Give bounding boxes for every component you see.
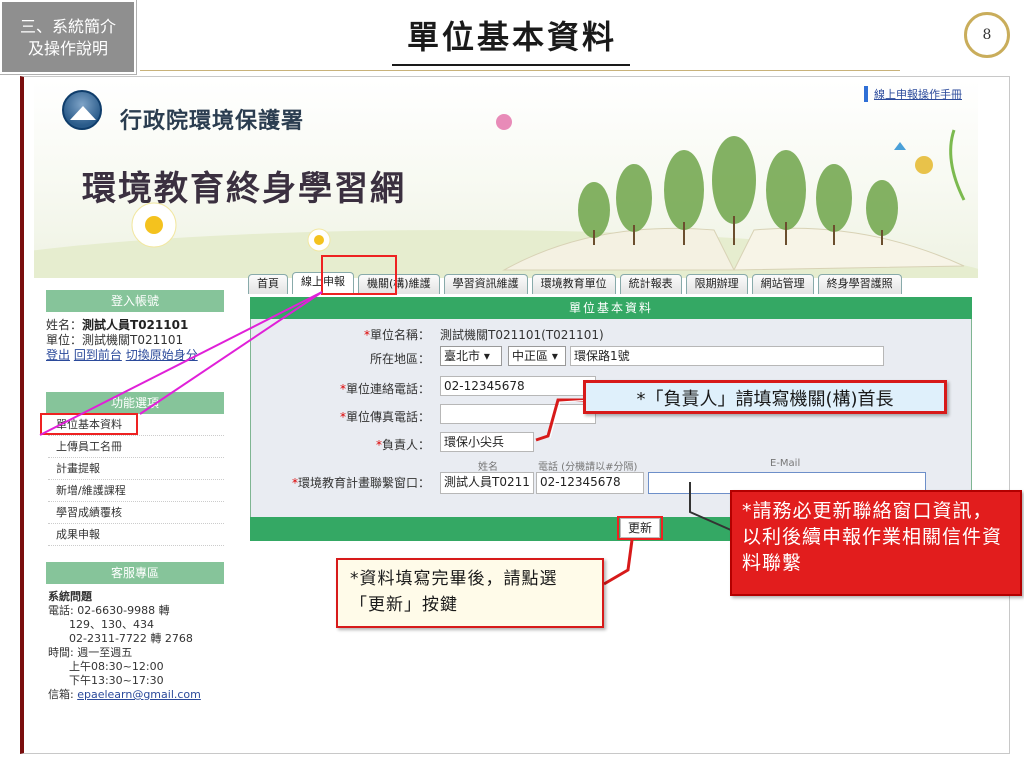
sidebar-menu-item[interactable]: 學習成績覆核: [48, 502, 224, 524]
title-divider: [140, 70, 900, 71]
login-name-label: 姓名：: [46, 318, 83, 332]
vine-shape: [949, 129, 966, 201]
page-number: 8: [964, 12, 1010, 58]
contact-phone-sublabel: 電話 (分機請以#分隔): [538, 462, 638, 473]
birdhouse-accent: [915, 156, 933, 174]
contact-window-label-text: 環境教育計畫聯繫窗口：: [297, 476, 430, 490]
update-hint-callout: *資料填寫完畢後，請點選「更新」按鍵: [336, 558, 604, 628]
contact-time-line2: 上午08:30~12:00: [48, 660, 164, 673]
contact-name-input[interactable]: 測試人員T0211: [440, 472, 534, 494]
update-highlight-box: [617, 516, 663, 540]
contact-name-sublabel: 姓名: [478, 462, 498, 473]
contact-time-line1: 時間: 週一至週五: [48, 646, 133, 659]
sidebar-menu-item[interactable]: 成果申報: [48, 524, 224, 546]
phone-label: *單位連絡電話：: [250, 380, 430, 397]
city-select-value: 臺北市: [444, 349, 481, 363]
service-section-header: 客服專區: [46, 562, 224, 584]
city-select[interactable]: 臺北市 ▾: [440, 346, 502, 366]
address-input[interactable]: 環保路1號: [570, 346, 884, 366]
contact-email-sublabel: E-Mail: [770, 458, 801, 469]
chevron-down-icon: ▾: [551, 349, 558, 363]
pink-flower: [496, 114, 512, 130]
contact-phone-line1: 電話: 02-6630-9988 轉: [48, 604, 170, 617]
logout-link[interactable]: 登出: [46, 348, 70, 362]
tab-6[interactable]: 限期辦理: [685, 274, 748, 294]
login-unit-row: 單位：測試機關T021101: [46, 333, 236, 348]
contact-window-label: *環境教育計畫聯繫窗口：: [250, 474, 430, 491]
phone-input[interactable]: 02-12345678: [440, 376, 596, 396]
tab-8[interactable]: 終身學習護照: [817, 274, 902, 294]
login-info: 姓名：測試人員T021101 單位：測試機關T021101 登出 回到前台 切換…: [46, 318, 236, 363]
contact-mail-label: 信箱:: [48, 688, 78, 701]
tab-5[interactable]: 統計報表: [619, 274, 682, 294]
district-select-value: 中正區: [512, 349, 549, 363]
dragonfly-shape: [894, 142, 906, 150]
fax-label-text: 單位傳真電話：: [345, 410, 430, 424]
sidebar-menu-item[interactable]: 上傳員工名冊: [48, 436, 224, 458]
login-name-row: 姓名：測試人員T021101: [46, 318, 236, 333]
head-label-text: 負責人：: [381, 438, 430, 452]
tab-highlight-box: [321, 255, 397, 295]
section-tag-line1: 三、系統簡介: [19, 17, 116, 36]
phone-label-text: 單位連絡電話：: [345, 382, 430, 396]
head-input[interactable]: 環保小尖兵: [440, 432, 534, 452]
contact-mail-row: 信箱: epaelearn@gmail.com: [48, 688, 228, 702]
contact-email-link[interactable]: epaelearn@gmail.com: [77, 688, 201, 701]
login-section-header: 登入帳號: [46, 290, 224, 312]
head-label: *負責人：: [250, 436, 430, 453]
section-tag: 三、系統簡介 及操作說明: [0, 0, 137, 75]
login-name-value: 測試人員T021101: [82, 318, 189, 332]
unit-name-value: 測試機關T021101(T021101): [440, 328, 604, 342]
contact-box: 系統問題 電話: 02-6630-9988 轉 129、130、434 02-2…: [48, 590, 228, 702]
function-section-header: 功能選項: [46, 392, 224, 414]
region-label: 所在地區：: [369, 352, 430, 366]
trees-group: [578, 136, 898, 238]
chevron-down-icon: ▾: [483, 349, 490, 363]
login-unit-label: 單位：: [46, 333, 83, 347]
sidebar-menu-item[interactable]: 計畫提報: [48, 458, 224, 480]
menu-highlight-box: [40, 413, 138, 435]
agency-name: 行政院環境保護署: [120, 109, 305, 134]
unit-name-label: *單位名稱：: [250, 326, 430, 343]
contact-phone-line2: 129、130、434: [48, 618, 154, 631]
slide-title: 單位基本資料: [406, 18, 617, 56]
fax-label: *單位傳真電話：: [250, 408, 430, 425]
manual-link[interactable]: 線上申報操作手冊: [864, 86, 962, 102]
form-title: 單位基本資料: [250, 297, 972, 319]
site-name: 環境教育終身學習網: [82, 169, 406, 209]
tab-3[interactable]: 學習資訊維護: [443, 274, 528, 294]
contact-title: 系統問題: [48, 590, 92, 603]
district-select[interactable]: 中正區 ▾: [508, 346, 566, 366]
contact-hint-callout: *請務必更新聯絡窗口資訊，以利後續申報作業相關信件資料聯繫: [730, 490, 1022, 596]
slide-title-underline: [392, 64, 630, 66]
sidebar-menu-item[interactable]: 新增/維護課程: [48, 480, 224, 502]
switch-identity-link[interactable]: 切換原始身分: [126, 348, 198, 362]
small-flower: [307, 228, 331, 252]
book-right-page: [733, 227, 965, 271]
tab-7[interactable]: 網站管理: [751, 274, 814, 294]
tab-4[interactable]: 環境教育單位: [531, 274, 616, 294]
head-hint-callout: *「負責人」請填寫機關(構)首長: [583, 380, 947, 414]
section-tag-line2: 及操作說明: [27, 39, 108, 58]
back-to-frontend-link[interactable]: 回到前台: [74, 348, 122, 362]
login-links-row: 登出 回到前台 切換原始身分: [46, 348, 236, 363]
login-unit-value: 測試機關T021101: [82, 333, 184, 347]
tab-0[interactable]: 首頁: [248, 274, 288, 294]
unit-name-label-text: 單位名稱：: [369, 328, 430, 342]
contact-phone-input[interactable]: 02-12345678: [536, 472, 644, 494]
contact-phone-line3: 02-2311-7722 轉 2768: [48, 632, 193, 645]
fax-input[interactable]: [440, 404, 596, 424]
epa-logo-icon: [62, 90, 102, 130]
contact-time-line3: 下午13:30~17:30: [48, 674, 164, 687]
